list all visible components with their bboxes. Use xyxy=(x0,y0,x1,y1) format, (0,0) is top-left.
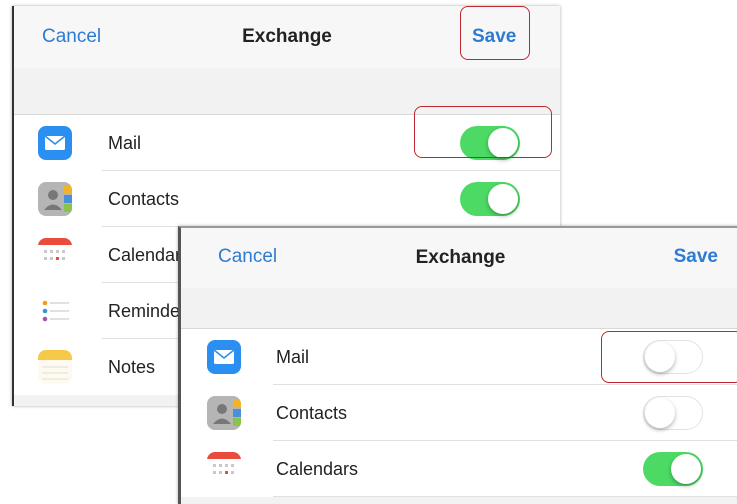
page-title: Exchange xyxy=(415,247,506,268)
toggle-knob xyxy=(671,454,701,484)
contacts-toggle[interactable] xyxy=(643,396,703,430)
account-services-list: Mail Contacts Calendars xyxy=(181,328,737,497)
page-title: Exchange xyxy=(242,26,332,47)
list-item-label: Contacts xyxy=(108,188,180,209)
navigation-bar: Cancel Exchange Save xyxy=(14,6,560,68)
calendar-icon xyxy=(38,238,72,272)
mail-icon xyxy=(38,126,72,160)
contacts-toggle[interactable] xyxy=(460,182,520,216)
list-item-contacts: Contacts xyxy=(14,171,560,227)
save-button[interactable]: Save xyxy=(472,26,516,48)
divider xyxy=(273,496,737,497)
calendars-toggle[interactable] xyxy=(643,452,703,486)
list-item-mail: Mail xyxy=(181,329,737,385)
cancel-button[interactable]: Cancel xyxy=(218,246,277,268)
mail-toggle[interactable] xyxy=(460,126,520,160)
list-item-label: Calendars xyxy=(276,458,359,479)
save-button[interactable]: Save xyxy=(674,246,718,268)
toggle-knob xyxy=(645,342,675,372)
list-item-mail: Mail xyxy=(14,115,560,171)
list-item-label: Mail xyxy=(108,132,142,153)
reminders-icon xyxy=(38,294,72,328)
list-item-label: Notes xyxy=(108,356,156,377)
toggle-knob xyxy=(488,128,518,158)
mail-toggle[interactable] xyxy=(643,340,703,374)
mail-icon xyxy=(207,340,241,374)
notes-icon xyxy=(38,350,72,384)
calendar-icon xyxy=(207,452,241,486)
cancel-button[interactable]: Cancel xyxy=(42,26,101,48)
contacts-icon xyxy=(38,182,72,216)
toggle-knob xyxy=(645,398,675,428)
contacts-icon xyxy=(207,396,241,430)
list-item-label: Contacts xyxy=(276,402,348,423)
list-item-contacts: Contacts xyxy=(181,385,737,441)
toggle-knob xyxy=(488,184,518,214)
exchange-settings-panel-front: Cancel Exchange Save Mail Contacts Calen… xyxy=(178,226,737,504)
navigation-bar: Cancel Exchange Save xyxy=(181,228,737,288)
list-item-label: Mail xyxy=(276,346,310,367)
list-item-calendars: Calendars xyxy=(181,441,737,497)
